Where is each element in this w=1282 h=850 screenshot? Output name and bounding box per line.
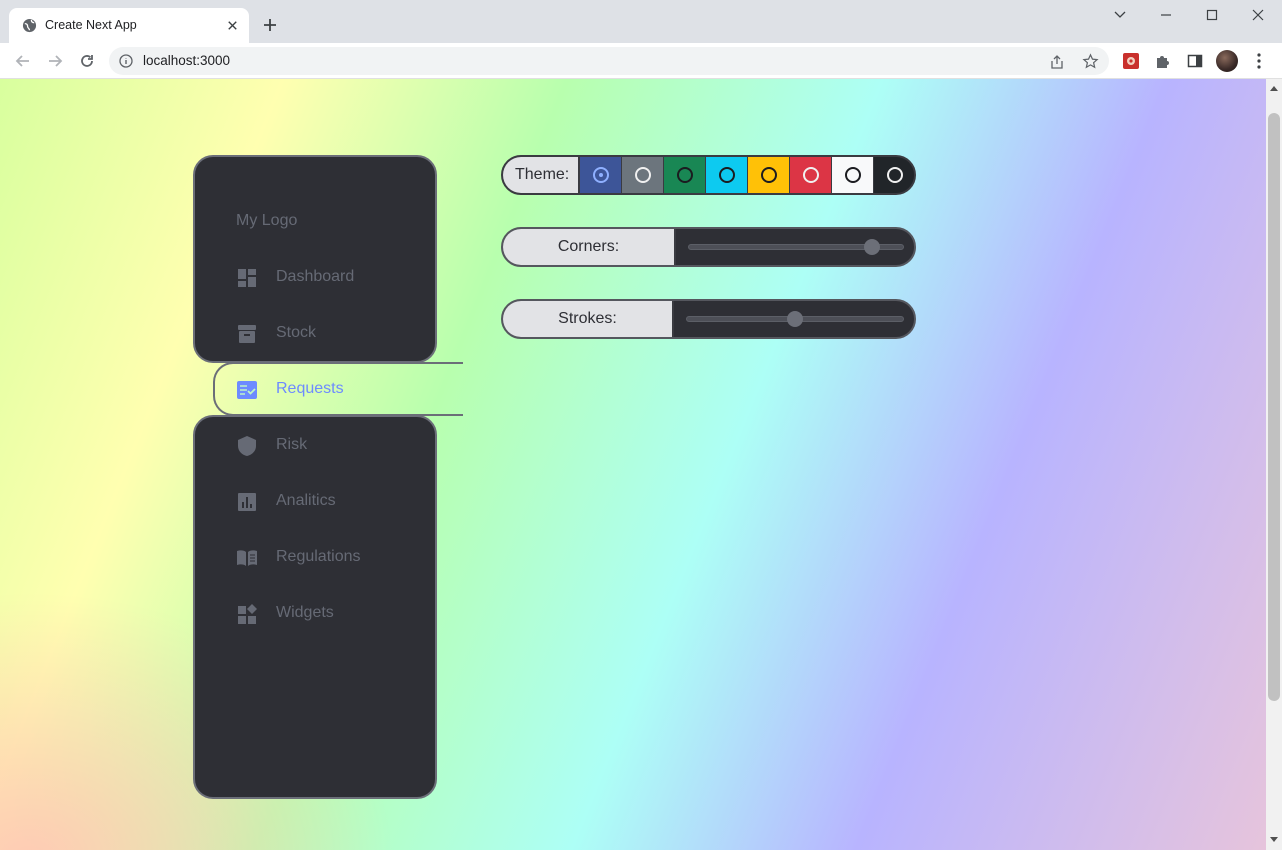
radio-icon — [845, 167, 861, 183]
sidebar-item-requests[interactable]: Requests — [236, 377, 426, 401]
sidebar-item-label: Stock — [276, 324, 317, 341]
window-close-icon[interactable] — [1247, 6, 1269, 24]
close-icon[interactable] — [225, 18, 240, 33]
minimize-icon[interactable] — [1155, 6, 1177, 24]
sidebar-item-analitics[interactable]: Analitics — [236, 489, 426, 513]
info-icon[interactable] — [119, 54, 133, 68]
side-panel-icon[interactable] — [1186, 52, 1204, 70]
theme-selector: Theme: — [501, 155, 916, 195]
share-icon[interactable] — [1049, 54, 1065, 70]
sidebar-item-label: Regulations — [276, 548, 361, 565]
sidebar-logo[interactable]: My Logo — [236, 212, 297, 230]
chevron-down-icon[interactable] — [1109, 6, 1131, 24]
strokes-control: Strokes: — [501, 299, 916, 339]
archive-box-icon — [238, 325, 256, 343]
browser-tab-bar: Create Next App — [0, 0, 1282, 43]
radio-icon — [887, 167, 903, 183]
theme-swatch[interactable] — [748, 157, 790, 193]
reload-icon[interactable] — [77, 51, 97, 71]
theme-swatch[interactable] — [706, 157, 748, 193]
sidebar-item-regulations[interactable]: Regulations — [236, 545, 426, 569]
sidebar-item-label: Requests — [276, 380, 344, 397]
theme-swatch[interactable] — [622, 157, 664, 193]
scroll-down-arrow-icon[interactable] — [1269, 836, 1279, 844]
shield-icon — [238, 436, 256, 456]
new-tab-icon[interactable] — [261, 16, 279, 34]
browser-toolbar: localhost:3000 — [0, 43, 1282, 79]
back-arrow-icon[interactable] — [13, 51, 33, 71]
radio-icon — [635, 167, 651, 183]
strokes-slider-thumb[interactable] — [787, 311, 803, 327]
theme-label: Theme: — [515, 166, 570, 183]
radio-icon — [677, 167, 693, 183]
sidebar-item-label: Risk — [276, 436, 308, 453]
strokes-label: Strokes: — [558, 310, 617, 327]
extensions-puzzle-icon[interactable] — [1154, 52, 1172, 70]
sidebar-item-dashboard[interactable]: Dashboard — [236, 265, 426, 289]
sidebar-item-label: Analitics — [276, 492, 336, 509]
url-text: localhost:3000 — [143, 53, 231, 68]
extension-red-icon[interactable] — [1122, 52, 1140, 70]
dashboard-icon — [238, 269, 256, 287]
radio-dot — [599, 173, 603, 177]
theme-swatch[interactable] — [832, 157, 874, 193]
scroll-up-arrow-icon[interactable] — [1269, 84, 1279, 92]
radio-icon — [719, 167, 735, 183]
radio-icon — [803, 167, 819, 183]
radio-selected-icon — [593, 167, 609, 183]
scrollbar-thumb[interactable] — [1268, 113, 1280, 701]
bar-chart-icon — [238, 493, 256, 511]
profile-avatar[interactable] — [1216, 50, 1238, 72]
tab-title: Create Next App — [45, 18, 137, 32]
theme-swatch[interactable] — [580, 157, 622, 193]
forward-arrow-icon[interactable] — [45, 51, 65, 71]
corners-label-box: Corners: — [503, 229, 676, 265]
corners-slider-thumb[interactable] — [863, 239, 880, 255]
widgets-icon — [238, 604, 257, 624]
globe-icon — [22, 18, 37, 33]
bookmark-star-icon[interactable] — [1082, 53, 1099, 70]
address-bar[interactable]: localhost:3000 — [109, 47, 1109, 75]
sidebar-item-risk[interactable]: Risk — [236, 433, 426, 457]
theme-swatch[interactable] — [874, 157, 914, 193]
checklist-icon — [237, 381, 257, 399]
sidebar-item-label: Dashboard — [276, 268, 355, 285]
browser-tab[interactable]: Create Next App — [9, 8, 249, 43]
strokes-label-box: Strokes: — [503, 301, 674, 337]
corners-label: Corners: — [557, 238, 620, 255]
open-book-icon — [237, 550, 257, 566]
radio-icon — [761, 167, 777, 183]
more-menu-icon[interactable] — [1252, 52, 1266, 70]
corners-control: Corners: — [501, 227, 916, 267]
theme-swatch[interactable] — [664, 157, 706, 193]
theme-label-box: Theme: — [503, 157, 580, 193]
theme-swatch[interactable] — [790, 157, 832, 193]
maximize-icon[interactable] — [1201, 6, 1223, 24]
sidebar-item-stock[interactable]: Stock — [236, 321, 426, 345]
sidebar-item-widgets[interactable]: Widgets — [236, 601, 426, 625]
sidebar-item-label: Widgets — [276, 604, 334, 621]
